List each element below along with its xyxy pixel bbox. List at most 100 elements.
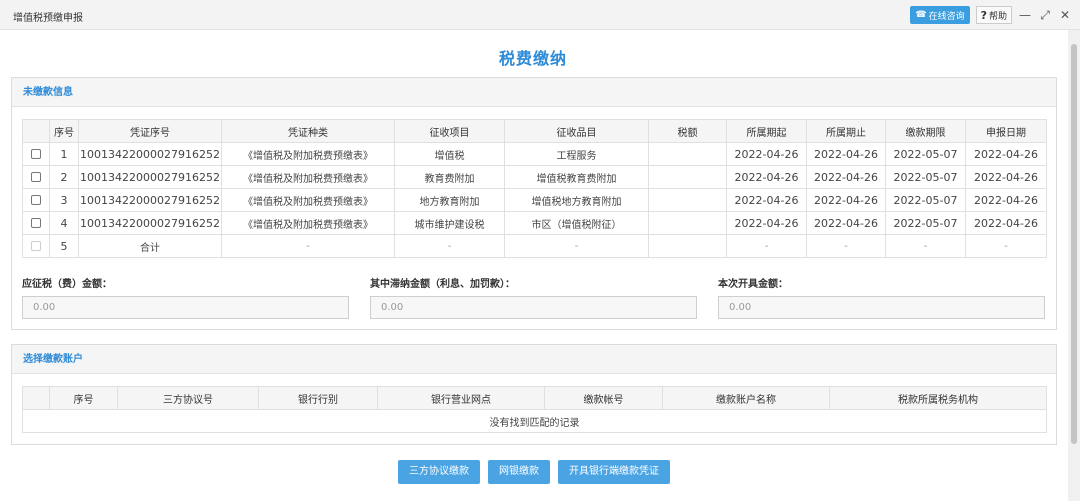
item-cell: 增值税 (394, 142, 505, 166)
row-checkbox[interactable] (31, 194, 41, 205)
column-header: 征收项目 (394, 119, 505, 143)
column-header: 所属期起 (726, 119, 807, 143)
late-fee-field[interactable]: 0.00 (370, 296, 697, 319)
item-cell: 教育费附加 (394, 165, 505, 189)
title-bar: 增值税预缴申报 ☎ 在线咨询 ? 帮助 — ⤢ ✕ (0, 0, 1080, 30)
row-select-cell[interactable] (22, 142, 50, 166)
column-header (22, 386, 50, 410)
seq-cell: 3 (49, 188, 79, 212)
voucher-no-cell: 10013422000027916252 (78, 188, 222, 212)
start-cell: 2022-04-26 (726, 142, 807, 166)
title-bar-controls: ☎ 在线咨询 ? 帮助 — ⤢ ✕ (910, 6, 1072, 24)
voucher-no-cell: 10013422000027916252 (78, 142, 222, 166)
column-header (22, 119, 50, 143)
seq-cell: 4 (49, 211, 79, 235)
item-cell: 城市维护建设税 (394, 211, 505, 235)
vertical-scrollbar[interactable] (1068, 30, 1080, 501)
start-cell: 2022-04-26 (726, 165, 807, 189)
unpaid-table: 序号 凭证序号 凭证种类 征收项目 征收品目 税额 所属期起 所属期止 缴款期限… (22, 119, 1047, 258)
table-row[interactable]: 3 10013422000027916252 《增值税及附加税费预缴表》 地方教… (22, 188, 1047, 212)
end-cell: 2022-04-26 (806, 165, 886, 189)
empty-message: 没有找到匹配的记录 (22, 409, 1047, 433)
total-label-cell: 合计 (78, 234, 222, 258)
end-cell: 2022-04-26 (806, 142, 886, 166)
sub-item-cell: 市区（增值税附征） (504, 211, 649, 235)
end-cell: 2022-04-26 (806, 188, 886, 212)
start-cell: 2022-04-26 (726, 211, 807, 235)
online-consult-label: 在线咨询 (928, 11, 965, 22)
help-label: 帮助 (988, 11, 1007, 22)
voucher-no-cell: 10013422000027916252 (78, 165, 222, 189)
unpaid-info-panel: 未缴款信息 序号 凭证序号 凭证种类 征收项目 征收品目 税额 所属期起 所属期… (11, 77, 1057, 330)
online-bank-payment-button[interactable]: 网银缴款 (488, 460, 550, 484)
declared-cell: - (965, 234, 1047, 258)
tripartite-payment-button[interactable]: 三方协议缴款 (398, 460, 480, 484)
end-cell: 2022-04-26 (806, 211, 886, 235)
deadline-cell: 2022-05-07 (885, 211, 966, 235)
voucher-type-cell: 《增值税及附加税费预缴表》 (221, 188, 395, 212)
due-amount-label: 应征税（费）金额： (22, 279, 112, 290)
row-checkbox[interactable] (31, 148, 41, 159)
page-title: 税费缴纳 (498, 49, 567, 68)
column-header: 凭证序号 (78, 119, 222, 143)
account-panel-header: 选择缴款账户 (12, 345, 1056, 374)
late-fee-group: 其中滞纳金额（利息、加罚款）： 0.00 (370, 278, 698, 319)
voucher-no-cell: 10013422000027916252 (78, 211, 222, 235)
voucher-type-cell: 《增值税及附加税费预缴表》 (221, 211, 395, 235)
scrollbar-thumb[interactable] (1071, 44, 1077, 444)
declared-cell: 2022-04-26 (965, 188, 1047, 212)
item-cell: 地方教育附加 (394, 188, 505, 212)
due-amount-field[interactable]: 0.00 (22, 296, 349, 319)
declared-cell: 2022-04-26 (965, 142, 1047, 166)
headset-icon: ☎ (915, 10, 927, 20)
total-row: 5 合计 - - - - - - - (22, 234, 1047, 258)
close-icon[interactable]: ✕ (1058, 8, 1072, 22)
action-bar: 三方协议缴款 网银缴款 开具银行端缴款凭证 (0, 460, 1066, 484)
due-amount-group: 应征税（费）金额： 0.00 (22, 278, 350, 319)
online-consult-button[interactable]: ☎ 在线咨询 (910, 6, 970, 24)
issue-amount-label: 本次开具金额： (718, 279, 788, 290)
tax-cell (648, 142, 727, 166)
sub-item-cell: 增值税教育费附加 (504, 165, 649, 189)
row-checkbox[interactable] (31, 217, 41, 228)
sub-item-cell: - (504, 234, 649, 258)
tax-cell (648, 188, 727, 212)
column-header: 税额 (648, 119, 727, 143)
row-select-cell[interactable] (22, 211, 50, 235)
table-row[interactable]: 2 10013422000027916252 《增值税及附加税费预缴表》 教育费… (22, 165, 1047, 189)
row-select-cell[interactable] (22, 188, 50, 212)
tax-cell (648, 234, 727, 258)
row-select-cell[interactable] (22, 165, 50, 189)
bank-voucher-button[interactable]: 开具银行端缴款凭证 (558, 460, 670, 484)
minimize-icon[interactable]: — (1018, 8, 1032, 22)
maximize-icon[interactable]: ⤢ (1038, 8, 1052, 22)
deadline-cell: 2022-05-07 (885, 188, 966, 212)
sub-item-cell: 增值税地方教育附加 (504, 188, 649, 212)
column-header: 缴款期限 (885, 119, 966, 143)
empty-row: 没有找到匹配的记录 (22, 409, 1047, 433)
column-header: 申报日期 (965, 119, 1047, 143)
column-header: 三方协议号 (117, 386, 259, 410)
column-header: 凭证种类 (221, 119, 395, 143)
table-row[interactable]: 4 10013422000027916252 《增值税及附加税费预缴表》 城市维… (22, 211, 1047, 235)
row-checkbox[interactable] (31, 171, 41, 182)
deadline-cell: 2022-05-07 (885, 142, 966, 166)
voucher-type-cell: - (221, 234, 395, 258)
row-checkbox-disabled (31, 240, 41, 251)
help-button[interactable]: ? 帮助 (975, 6, 1012, 24)
window-title: 增值税预缴申报 (13, 13, 83, 24)
account-header-row: 序号 三方协议号 银行行别 银行营业网点 缴款帐号 缴款账户名称 税款所属税务机… (22, 386, 1047, 410)
declared-cell: 2022-04-26 (965, 211, 1047, 235)
issue-amount-field[interactable]: 0.00 (718, 296, 1045, 319)
question-icon: ? (980, 8, 987, 22)
amount-fields: 应征税（费）金额： 0.00 其中滞纳金额（利息、加罚款）： 0.00 本次开具… (22, 278, 1046, 322)
issue-amount-group: 本次开具金额： 0.00 (718, 278, 1046, 319)
table-row[interactable]: 1 10013422000027916252 《增值税及附加税费预缴表》 增值税… (22, 142, 1047, 166)
row-select-cell (22, 234, 50, 258)
start-cell: 2022-04-26 (726, 188, 807, 212)
seq-cell: 2 (49, 165, 79, 189)
column-header: 征收品目 (504, 119, 649, 143)
seq-cell: 5 (49, 234, 79, 258)
sub-item-cell: 工程服务 (504, 142, 649, 166)
account-table: 序号 三方协议号 银行行别 银行营业网点 缴款帐号 缴款账户名称 税款所属税务机… (22, 386, 1047, 433)
